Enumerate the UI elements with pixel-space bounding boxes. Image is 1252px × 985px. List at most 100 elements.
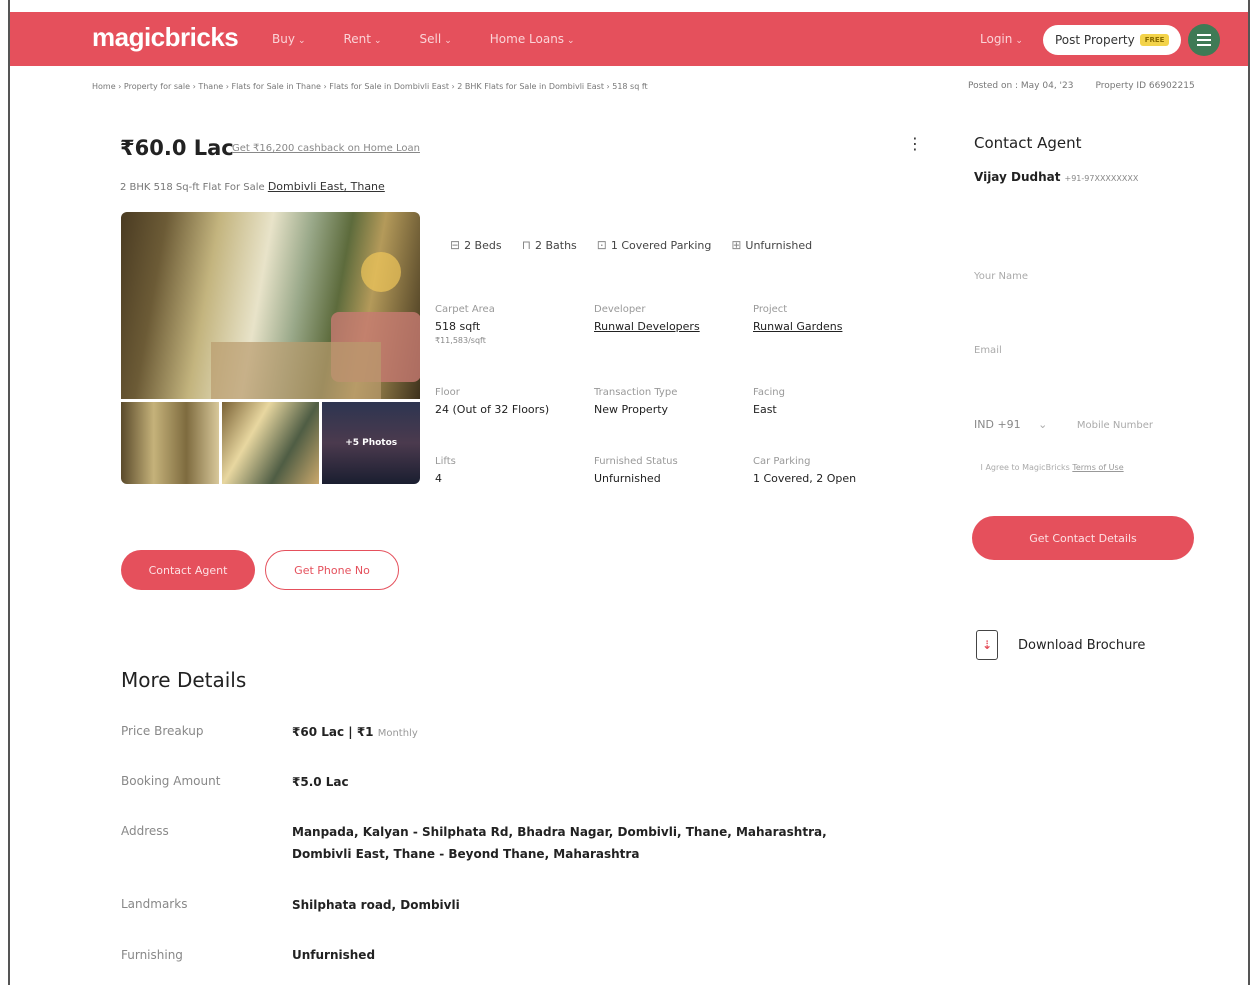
post-property-label: Post Property [1055,33,1135,47]
spec-value: East [753,403,777,416]
spec-label: Car Parking [753,456,811,467]
get-contact-details-button[interactable]: Get Contact Details [972,516,1194,560]
landmarks-value: Shilphata road, Dombivli [292,898,460,912]
contact-panel-title: Contact Agent [974,134,1082,152]
main-nav: Buy ⌄ Rent ⌄ Sell ⌄ Home Loans ⌄ [272,32,613,46]
price-breakup-value: ₹60 Lac | ₹1 Monthly [292,721,418,745]
spec-floor: Floor 24 (Out of 32 Floors) [435,387,549,416]
photo-thumbnails: +5 Photos [121,402,421,484]
cashback-link[interactable]: Get ₹16,200 cashback on Home Loan [232,143,420,154]
booking-amount-value: ₹5.0 Lac [292,775,349,789]
nav-buy[interactable]: Buy ⌄ [272,32,306,46]
more-photos-label: +5 Photos [345,438,398,448]
spec-label: Transaction Type [594,387,678,398]
spec-value: 4 [435,472,442,485]
agent-name: Vijay Dudhat [974,170,1061,184]
spec-lifts: Lifts 4 [435,456,456,485]
login-label: Login [980,32,1013,46]
nav-rent-label: Rent [343,32,372,46]
posted-date: Posted on : May 04, '23 [968,81,1074,91]
amenity-label: Unfurnished [745,238,813,252]
amenity-label: 1 Covered Parking [610,238,712,252]
agent-info: Vijay Dudhat +91-97XXXXXXXX [974,170,1138,184]
main-property-photo[interactable] [121,212,420,399]
listing-location-link[interactable]: Dombivli East, Thane [268,180,385,193]
furnishing-value: Unfurnished [292,948,376,962]
chevron-down-icon: ⌄ [1038,418,1048,431]
bath-icon: ⊓ [521,238,531,252]
nav-buy-label: Buy [272,32,295,46]
download-brochure-label: Download Brochure [1018,637,1146,653]
pdf-download-icon: ⇣ [976,630,998,660]
posted-info: Posted on : May 04, '23 Property ID 66902… [968,81,1217,91]
contact-agent-button[interactable]: Contact Agent [121,550,255,590]
detail-suffix: Monthly [377,728,418,739]
chevron-down-icon: ⌄ [444,36,452,46]
address-line: Manpada, Kalyan - Shilphata Rd, Bhadra N… [292,825,827,839]
more-options-icon[interactable]: ⋮ [907,134,923,153]
spec-label: Project [753,304,788,315]
chevron-down-icon: ⌄ [297,36,306,46]
parking-icon: ⊡ [596,238,607,252]
amenity-baths: ⊓ 2 Baths [522,238,577,252]
spec-label: Floor [435,387,460,398]
spec-subvalue: ₹11,583/sqft [435,336,486,345]
spec-furnished: Furnished Status Unfurnished [594,456,678,485]
chevron-down-icon: ⌄ [1015,36,1023,46]
email-input[interactable]: Email [974,345,1002,356]
more-details-title: More Details [121,668,247,692]
detail-label: Booking Amount [121,774,221,788]
spec-label: Lifts [435,456,456,467]
frame-left-border [8,0,10,985]
bed-icon: ⊟ [450,238,461,252]
spec-value: New Property [594,403,669,416]
chevron-down-icon: ⌄ [567,36,575,46]
more-photos-thumbnail[interactable]: +5 Photos [322,402,421,484]
thumbnail-photo[interactable] [221,402,320,484]
get-phone-button[interactable]: Get Phone No [265,550,399,590]
breadcrumb[interactable]: Home › Property for sale › Thane › Flats… [92,82,648,91]
nav-home-loans[interactable]: Home Loans ⌄ [490,32,575,46]
spec-value: 24 (Out of 32 Floors) [435,403,550,416]
developer-link[interactable]: Runwal Developers [594,320,700,333]
spec-label: Carpet Area [435,304,495,315]
mobile-number-input[interactable]: Mobile Number [1077,420,1153,431]
spec-carpet-area: Carpet Area 518 sqft ₹11,583/sqft [435,304,495,345]
amenity-parking: ⊡ 1 Covered Parking [597,238,712,252]
spec-label: Furnished Status [594,456,678,467]
magicbricks-logo[interactable]: magicbricks [92,22,239,53]
terms-agreement: I Agree to MagicBricks Terms of Use [974,463,1124,472]
listing-subtitle: 2 BHK 518 Sq-ft Flat For Sale Dombivli E… [120,180,385,193]
chevron-down-icon: ⌄ [374,36,382,46]
spec-value: 1 Covered, 2 Open [753,472,857,485]
detail-label: Price Breakup [121,724,204,738]
nav-sell[interactable]: Sell ⌄ [420,32,452,46]
mobile-input-row: IND +91 ⌄ Mobile Number [974,418,1153,431]
property-id: Property ID 66902215 [1095,81,1195,91]
terms-of-use-link[interactable]: Terms of Use [1072,463,1123,472]
nav-rent[interactable]: Rent ⌄ [344,32,382,46]
post-property-button[interactable]: Post Property FREE [1043,25,1181,55]
login-dropdown[interactable]: Login ⌄ [980,32,1023,46]
address-value: Manpada, Kalyan - Shilphata Rd, Bhadra N… [292,821,827,865]
amenity-furnishing: ⊞ Unfurnished [731,238,812,252]
address-line: Dombivli East, Thane - Beyond Thane, Mah… [292,847,640,861]
hamburger-menu-icon[interactable] [1188,24,1220,56]
listing-summary: 2 BHK 518 Sq-ft Flat For Sale [120,182,265,193]
download-brochure-button[interactable]: ⇣ Download Brochure [976,630,1145,660]
detail-label: Address [121,824,169,838]
detail-label: Landmarks [121,897,188,911]
name-input[interactable]: Your Name [974,271,1028,282]
detail-value: ₹60 Lac | ₹1 [292,725,374,739]
spec-facing: Facing East [753,387,785,416]
nav-sell-label: Sell [419,32,442,46]
amenity-label: 2 Beds [464,238,502,252]
amenity-beds: ⊟ 2 Beds [450,238,502,252]
listing-price: ₹60.0 Lac [120,136,234,160]
detail-label: Furnishing [121,948,183,962]
country-code-select[interactable]: IND +91 [974,418,1021,431]
agent-phone: +91-97XXXXXXXX [1064,174,1139,183]
project-link[interactable]: Runwal Gardens [753,320,842,333]
thumbnail-photo[interactable] [121,402,219,484]
spec-value: Unfurnished [594,472,661,485]
